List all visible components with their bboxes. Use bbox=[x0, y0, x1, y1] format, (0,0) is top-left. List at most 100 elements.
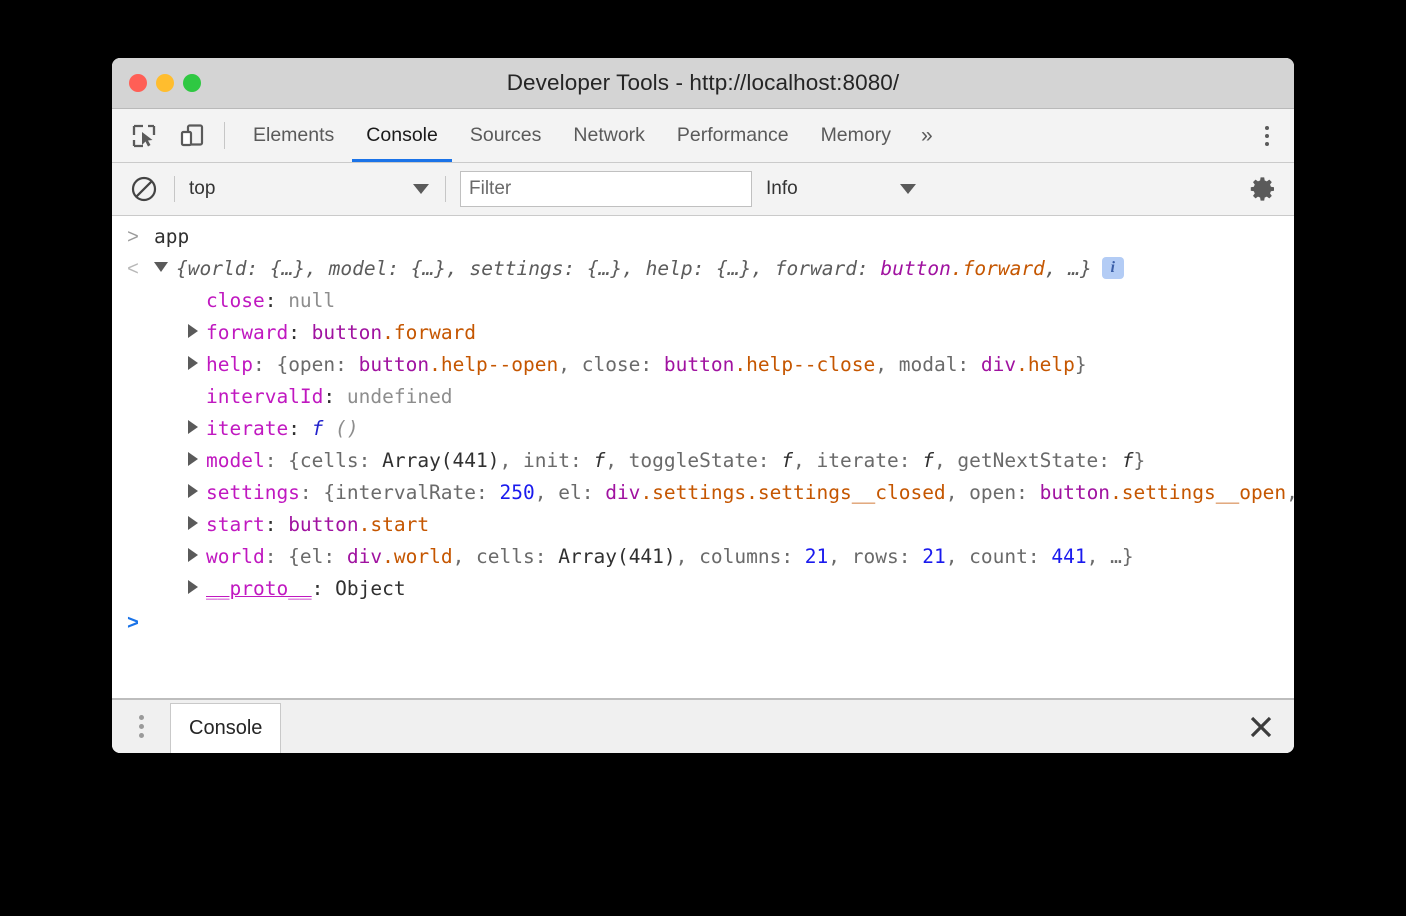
expand-slot[interactable] bbox=[188, 541, 206, 573]
expand-slot[interactable] bbox=[188, 573, 206, 605]
tab-console[interactable]: Console bbox=[350, 109, 454, 162]
info-badge-icon[interactable]: i bbox=[1102, 257, 1124, 279]
property-tag-name: button bbox=[312, 321, 382, 344]
drawer-more-options-icon[interactable] bbox=[112, 700, 170, 753]
expand-triangle-icon[interactable] bbox=[188, 452, 198, 466]
expand-triangle-icon[interactable] bbox=[188, 516, 198, 530]
prompt-icon: > bbox=[112, 607, 154, 639]
minimize-window-button[interactable] bbox=[156, 74, 174, 92]
panel-tabs: Elements Console Sources Network Perform… bbox=[237, 109, 947, 162]
object-preview[interactable]: {world: {…}, model: {…}, settings: {…}, … bbox=[154, 253, 1124, 285]
property-row-start[interactable]: start: button.start bbox=[112, 509, 1294, 541]
property-row-settings[interactable]: settings: {intervalRate: 250, el: div.se… bbox=[112, 477, 1294, 509]
number-value: 250 bbox=[500, 481, 535, 504]
console-prompt-row[interactable]: > bbox=[112, 605, 1294, 639]
expand-triangle-icon[interactable] bbox=[188, 356, 198, 370]
toolbar-divider bbox=[224, 122, 225, 149]
expand-slot[interactable] bbox=[188, 509, 206, 541]
console-result-row: < {world: {…}, model: {…}, settings: {…}… bbox=[112, 253, 1294, 285]
chevron-down-icon bbox=[900, 184, 916, 194]
property-css-class: .help--open bbox=[429, 353, 558, 376]
zoom-window-button[interactable] bbox=[183, 74, 201, 92]
console-input-row: > app bbox=[112, 216, 1294, 253]
execution-context-value: top bbox=[189, 178, 413, 200]
filter-placeholder: Filter bbox=[469, 178, 511, 200]
expand-slot[interactable] bbox=[188, 445, 206, 477]
tab-label: Sources bbox=[470, 124, 542, 147]
expand-triangle-icon[interactable] bbox=[188, 324, 198, 338]
preview-css-class: .forward bbox=[951, 257, 1045, 280]
log-level-select[interactable]: Info bbox=[766, 178, 918, 200]
property-value: undefined bbox=[347, 385, 453, 408]
property-row-iterate[interactable]: iterate: f () bbox=[112, 413, 1294, 445]
close-window-button[interactable] bbox=[129, 74, 147, 92]
property-name: __proto__ bbox=[206, 577, 312, 600]
property-separator: : bbox=[312, 577, 335, 600]
property-row-intervalId[interactable]: intervalId: undefined bbox=[112, 381, 1294, 413]
property-row-model[interactable]: model: {cells: Array(441), init: f, togg… bbox=[112, 445, 1294, 477]
property-row-forward[interactable]: forward: button.forward bbox=[112, 317, 1294, 349]
function-args: () bbox=[323, 417, 358, 440]
property-separator: : {intervalRate: bbox=[300, 481, 500, 504]
expand-slot[interactable] bbox=[188, 413, 206, 445]
filter-divider-1 bbox=[174, 176, 175, 202]
tab-label: Elements bbox=[253, 124, 334, 147]
filter-input[interactable]: Filter bbox=[460, 171, 752, 207]
property-row-help[interactable]: help: {open: button.help--open, close: b… bbox=[112, 349, 1294, 381]
toolbar-right bbox=[1225, 109, 1294, 162]
property-name: help bbox=[206, 353, 253, 376]
console-output[interactable]: > app < {world: {…}, model: {…}, setting… bbox=[112, 216, 1294, 698]
more-tabs-icon[interactable]: » bbox=[907, 109, 947, 162]
property-row-proto[interactable]: __proto__: Object bbox=[112, 573, 1294, 605]
console-filter-bar: top Filter Info bbox=[112, 163, 1294, 216]
tab-label: Network bbox=[573, 124, 645, 147]
expand-triangle-icon[interactable] bbox=[188, 548, 198, 562]
more-tabs-label: » bbox=[921, 124, 933, 148]
array-value: Array(441) bbox=[382, 449, 499, 472]
expand-slot[interactable] bbox=[188, 349, 206, 381]
expand-slot[interactable] bbox=[188, 317, 206, 349]
expand-triangle-icon[interactable] bbox=[188, 484, 198, 498]
gear-icon[interactable] bbox=[1246, 172, 1280, 206]
expand-triangle-icon[interactable] bbox=[188, 420, 198, 434]
preview-open-brace: { bbox=[176, 257, 188, 280]
window-controls bbox=[129, 74, 201, 92]
clear-console-icon[interactable] bbox=[128, 173, 160, 205]
property-row-world[interactable]: world: {el: div.world, cells: Array(441)… bbox=[112, 541, 1294, 573]
title-bar: Developer Tools - http://localhost:8080/ bbox=[112, 58, 1294, 109]
property-value: null bbox=[288, 289, 335, 312]
property-row-close[interactable]: close: null bbox=[112, 285, 1294, 317]
more-options-icon[interactable] bbox=[1254, 119, 1280, 153]
property-name: settings bbox=[206, 481, 300, 504]
expand-triangle-icon[interactable] bbox=[154, 262, 168, 272]
devtools-window: Developer Tools - http://localhost:8080/… bbox=[112, 58, 1294, 753]
drawer-tab-console[interactable]: Console bbox=[170, 703, 281, 753]
property-name: world bbox=[206, 545, 265, 568]
chevron-down-icon bbox=[413, 184, 429, 194]
result-prompt-icon: < bbox=[112, 253, 154, 285]
console-drawer: Console bbox=[112, 698, 1294, 753]
preview-ellipsis: , …} bbox=[1045, 257, 1092, 280]
property-separator: : bbox=[323, 385, 346, 408]
tab-sources[interactable]: Sources bbox=[454, 109, 558, 162]
tab-performance[interactable]: Performance bbox=[661, 109, 805, 162]
inspect-element-icon[interactable] bbox=[126, 118, 162, 154]
toolbar-icons bbox=[126, 109, 210, 162]
tab-label: Memory bbox=[821, 124, 891, 147]
device-toolbar-icon[interactable] bbox=[174, 118, 210, 154]
preview-tag-name: button bbox=[880, 257, 950, 280]
drawer-tab-label: Console bbox=[189, 717, 262, 740]
property-name: model bbox=[206, 449, 265, 472]
property-tag-name: button bbox=[359, 353, 429, 376]
expand-slot[interactable] bbox=[188, 477, 206, 509]
console-input-text: app bbox=[154, 221, 189, 253]
window-title: Developer Tools - http://localhost:8080/ bbox=[112, 70, 1294, 96]
tab-network[interactable]: Network bbox=[557, 109, 661, 162]
expand-triangle-icon[interactable] bbox=[188, 580, 198, 594]
execution-context-select[interactable]: top bbox=[189, 178, 431, 200]
panel-tab-bar: Elements Console Sources Network Perform… bbox=[112, 109, 1294, 163]
tab-memory[interactable]: Memory bbox=[805, 109, 907, 162]
close-drawer-icon[interactable] bbox=[1228, 700, 1294, 753]
tab-elements[interactable]: Elements bbox=[237, 109, 350, 162]
property-name: intervalId bbox=[206, 385, 323, 408]
